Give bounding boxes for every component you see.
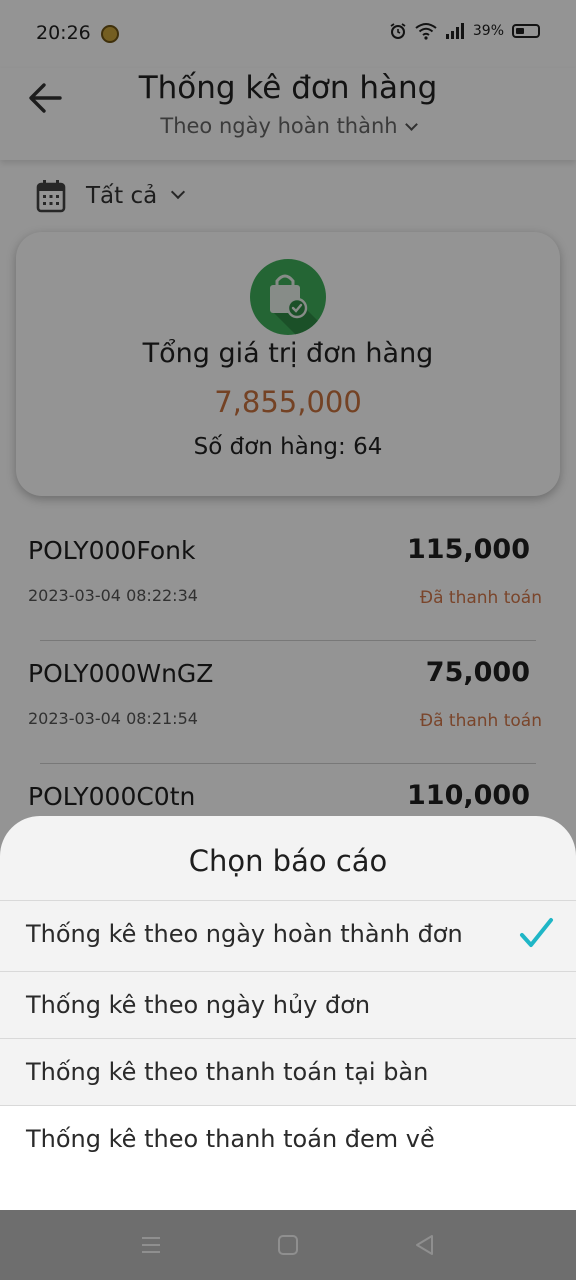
option-label: Thống kê theo ngày hoàn thành đơn <box>26 920 463 948</box>
option-label: Thống kê theo thanh toán tại bàn <box>26 1058 429 1086</box>
option-label: Thống kê theo thanh toán đem về <box>26 1125 435 1153</box>
sheet-title: Chọn báo cáo <box>188 844 388 878</box>
option-label: Thống kê theo ngày hủy đơn <box>26 991 371 1019</box>
triangle-back-icon[interactable] <box>412 1232 438 1258</box>
square-home-icon[interactable] <box>275 1232 301 1258</box>
report-option-completed-date[interactable]: Thống kê theo ngày hoàn thành đơn <box>0 900 576 967</box>
report-picker-sheet: Chọn báo cáo Thống kê theo ngày hoàn thà… <box>0 816 576 1210</box>
menu-lines-icon[interactable] <box>138 1232 164 1258</box>
report-option-cancel-date[interactable]: Thống kê theo ngày hủy đơn <box>0 971 576 1038</box>
report-option-takeaway-payment[interactable]: Thống kê theo thanh toán đem về <box>0 1105 576 1210</box>
system-nav-bar <box>0 1210 576 1280</box>
report-option-dine-in-payment[interactable]: Thống kê theo thanh toán tại bàn <box>0 1038 576 1105</box>
checkmark-icon <box>520 918 553 947</box>
